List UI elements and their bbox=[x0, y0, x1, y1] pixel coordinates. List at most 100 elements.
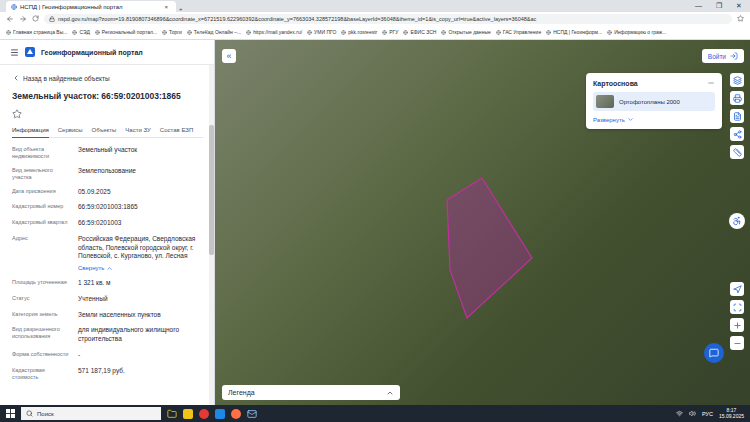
volume-icon[interactable] bbox=[689, 410, 696, 417]
globe-icon bbox=[307, 30, 312, 35]
field-label: Вид разрешенного использования bbox=[12, 326, 72, 340]
globe-icon bbox=[341, 30, 346, 35]
folder-icon[interactable] bbox=[167, 409, 177, 419]
tool-group bbox=[730, 282, 744, 350]
field-value: - bbox=[78, 351, 203, 360]
browser-tab[interactable]: НСПД | Геоинформационный портал× bbox=[6, 1, 176, 12]
app-icon[interactable] bbox=[231, 409, 241, 419]
bookmark-label: НСПД | Геоинформ... bbox=[553, 29, 602, 35]
locate-button[interactable] bbox=[730, 282, 744, 296]
bookmark[interactable]: Открытые данные bbox=[441, 29, 490, 35]
scrollbar[interactable] bbox=[209, 65, 214, 405]
clock[interactable]: 8:1715.09.2025 bbox=[719, 408, 744, 419]
bookmark[interactable]: Главная страница Вы... bbox=[6, 29, 67, 35]
bookmark-label: Информацию о граж... bbox=[614, 29, 666, 35]
globe-icon bbox=[187, 30, 192, 35]
bookmark[interactable]: https://mail.yandex.ru/ bbox=[246, 29, 302, 35]
basemap-card: КартоосноваОртофотопланы 2000Развернуть bbox=[586, 73, 722, 129]
back-arrow-icon[interactable] bbox=[6, 15, 14, 23]
app-icon[interactable] bbox=[183, 409, 193, 419]
field-value: 66:59:0201003 bbox=[78, 219, 203, 228]
parcel-polygon[interactable] bbox=[447, 178, 532, 318]
bookmark-star-icon[interactable] bbox=[737, 15, 744, 22]
minimize-icon[interactable] bbox=[707, 79, 715, 87]
layers-button[interactable] bbox=[730, 73, 744, 87]
panel-tab[interactable]: Объекты bbox=[92, 127, 117, 138]
login-button[interactable]: Войти bbox=[702, 49, 744, 63]
wifi-icon[interactable] bbox=[676, 410, 683, 417]
info-field: СтатусУчтенный bbox=[12, 295, 203, 304]
field-value: Земли населенных пунктов bbox=[78, 311, 203, 320]
chevron-up-icon bbox=[106, 265, 113, 272]
map[interactable]: «ВойтиКартоосноваОртофотопланы 2000Разве… bbox=[215, 40, 750, 405]
field-label: Вид земельного участка bbox=[12, 167, 72, 181]
windows-start-icon[interactable] bbox=[6, 409, 15, 418]
bookmark[interactable]: Региональный портал... bbox=[95, 29, 157, 35]
chat-button[interactable] bbox=[704, 343, 724, 363]
bookmark[interactable]: НСПД | Геоинформ... bbox=[546, 29, 602, 35]
window-control-button[interactable]: — bbox=[695, 2, 702, 10]
legend-bar[interactable]: Легенда bbox=[222, 385, 400, 400]
mail-icon[interactable] bbox=[247, 409, 257, 419]
field-label: Статус bbox=[12, 295, 72, 302]
bookmark[interactable]: Информацию о граж... bbox=[607, 29, 666, 35]
bookmark[interactable]: ЕФИС ЗСН bbox=[403, 29, 436, 35]
field-value: Земельный участок bbox=[78, 146, 203, 155]
bookmark[interactable]: ГАС Управление bbox=[496, 29, 541, 35]
scrollbar-thumb[interactable] bbox=[209, 125, 214, 255]
basemap-option[interactable]: Ортофотопланы 2000 bbox=[593, 92, 715, 111]
panel-tab[interactable]: Части ЗУ bbox=[125, 127, 150, 138]
menu-icon[interactable] bbox=[10, 48, 19, 57]
collapse-link[interactable]: Свернуть bbox=[78, 264, 203, 272]
info-field: Кадастровый номер66:59:0201003:1865 bbox=[12, 203, 203, 212]
measure-button[interactable] bbox=[730, 145, 744, 159]
info-field: Форма собственности- bbox=[12, 351, 203, 360]
taskbar-search[interactable]: Поиск bbox=[21, 407, 161, 420]
fullscreen-button[interactable] bbox=[730, 300, 744, 314]
window-control-button[interactable]: ✕ bbox=[736, 2, 742, 10]
language-indicator[interactable]: РУС bbox=[702, 411, 713, 417]
app-icon[interactable] bbox=[199, 409, 209, 419]
bookmark-label: СЭД bbox=[79, 29, 89, 35]
share-button[interactable] bbox=[730, 127, 744, 141]
layers-icon bbox=[733, 76, 742, 85]
app-icon[interactable] bbox=[215, 409, 225, 419]
back-link[interactable]: Назад в найденные объекты bbox=[12, 71, 203, 85]
document-button[interactable] bbox=[730, 109, 744, 123]
bookmark[interactable]: Торги bbox=[162, 29, 182, 35]
tab-close-button[interactable]: × bbox=[161, 4, 171, 10]
forward-arrow-icon[interactable] bbox=[19, 15, 27, 23]
favorite-star-icon[interactable] bbox=[12, 109, 22, 119]
zoom-out-button[interactable] bbox=[730, 336, 744, 350]
bookmark[interactable]: УМИ ПГО bbox=[307, 29, 336, 35]
accessibility-button[interactable] bbox=[729, 213, 745, 229]
field-label: Дата присвоения bbox=[12, 188, 72, 195]
expand-link[interactable]: Развернуть bbox=[593, 116, 715, 123]
panel-tabs: Информация Сервисы Объекты Части ЗУ Состав Е… bbox=[12, 127, 203, 138]
screen: НСПД | Геоинформационный портал×+—❐✕nspd… bbox=[0, 0, 750, 422]
url-field[interactable]: nspd.gov.ru/map?zoom=19.8190807346896&co… bbox=[44, 14, 732, 24]
lock-icon bbox=[49, 16, 55, 22]
zoom-in-button[interactable] bbox=[730, 318, 744, 332]
bookmark[interactable]: pkk.rosreestr bbox=[341, 29, 377, 35]
portal-name[interactable]: Геоинформационный портал bbox=[41, 49, 143, 56]
panel-tab[interactable]: Состав ЕЗП bbox=[160, 127, 193, 138]
bookmark[interactable]: ТелеКад Онлайн –... bbox=[187, 29, 241, 35]
field-label: Категория земель bbox=[12, 311, 72, 318]
collapse-panel-button[interactable]: « bbox=[222, 49, 236, 63]
panel-tab[interactable]: Информация bbox=[12, 127, 49, 138]
basemap-thumbnail bbox=[596, 95, 614, 108]
window-control-button[interactable]: ❐ bbox=[716, 2, 722, 10]
globe-icon bbox=[607, 30, 612, 35]
bookmark[interactable]: СЭД bbox=[72, 29, 89, 35]
field-value: для индивидуального жилищного строительс… bbox=[78, 326, 203, 344]
field-value: 571 187,19 руб. bbox=[78, 367, 203, 376]
clock-date: 15.09.2025 bbox=[719, 414, 744, 420]
reload-icon[interactable] bbox=[32, 15, 39, 22]
bookmark[interactable]: РГУ bbox=[382, 29, 398, 35]
browser-tab-strip: НСПД | Геоинформационный портал×+—❐✕ bbox=[0, 0, 750, 12]
print-button[interactable] bbox=[730, 91, 744, 105]
bookmark-label: ТелеКад Онлайн –... bbox=[194, 29, 241, 35]
info-field: Кадастровая стоимость571 187,19 руб. bbox=[12, 367, 203, 381]
panel-tab[interactable]: Сервисы bbox=[58, 127, 83, 138]
